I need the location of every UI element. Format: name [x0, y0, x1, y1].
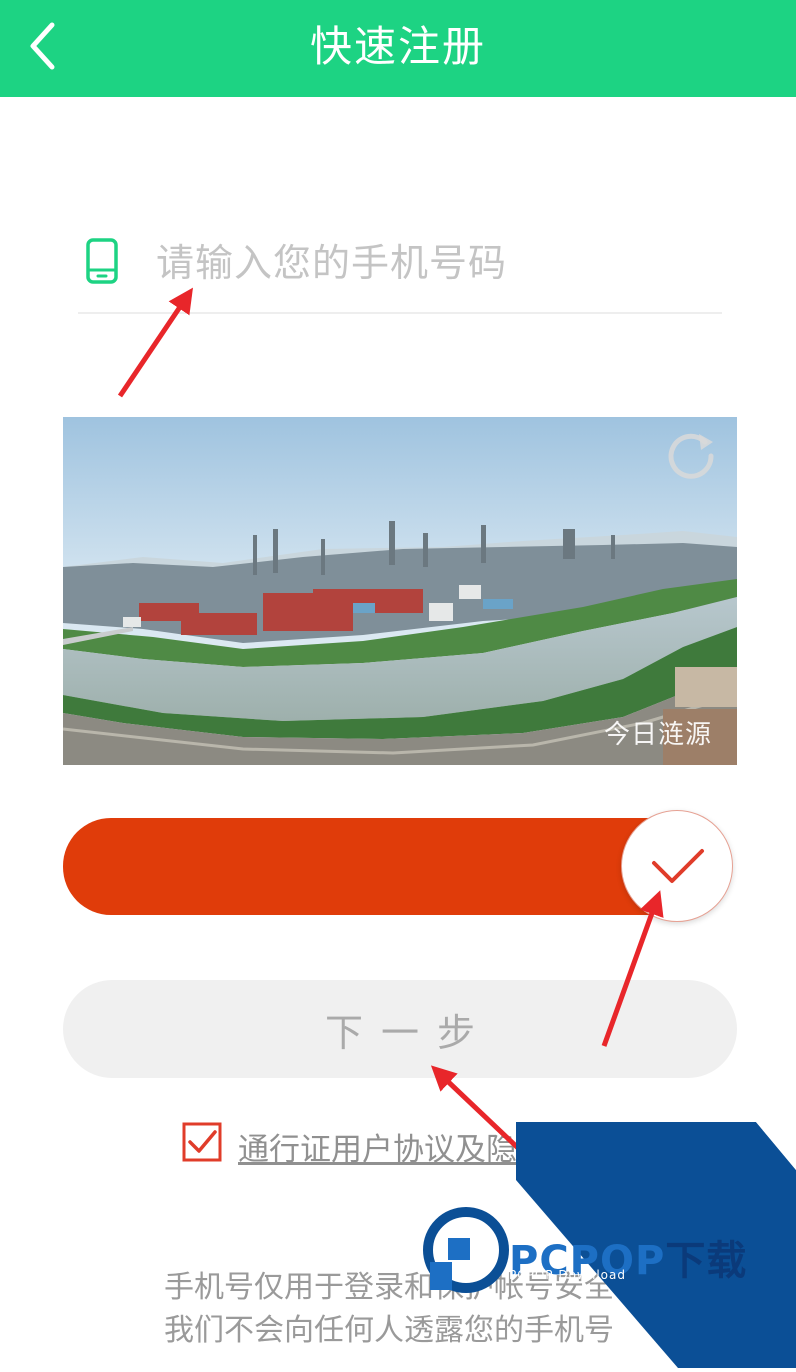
privacy-note-line-1: 手机号仅用于登录和保护帐号安全: [164, 1270, 614, 1305]
captcha-image: [63, 417, 737, 765]
privacy-note-line-2: 我们不会向任何人透露您的手机号: [164, 1313, 614, 1348]
agreement-link[interactable]: 通行证用户协议及隐私: [238, 1124, 548, 1169]
refresh-icon[interactable]: [665, 428, 717, 480]
next-step-button[interactable]: 下一步: [63, 980, 737, 1078]
agreement-checkbox[interactable]: [182, 1122, 222, 1162]
slider-handle[interactable]: [621, 810, 733, 922]
phone-field-row: [78, 222, 722, 314]
phone-number-input[interactable]: [156, 236, 716, 290]
captcha-watermark: 今日涟源: [604, 720, 713, 750]
page-title: 快速注册: [309, 22, 486, 71]
watermark-name-cn: 下载: [665, 1238, 748, 1284]
captcha-picture: [63, 417, 737, 765]
checkmark-icon: [652, 849, 704, 883]
mobile-phone-icon: [86, 238, 118, 284]
slider-track: [63, 818, 703, 915]
header-bar: 快速注册: [0, 0, 796, 97]
